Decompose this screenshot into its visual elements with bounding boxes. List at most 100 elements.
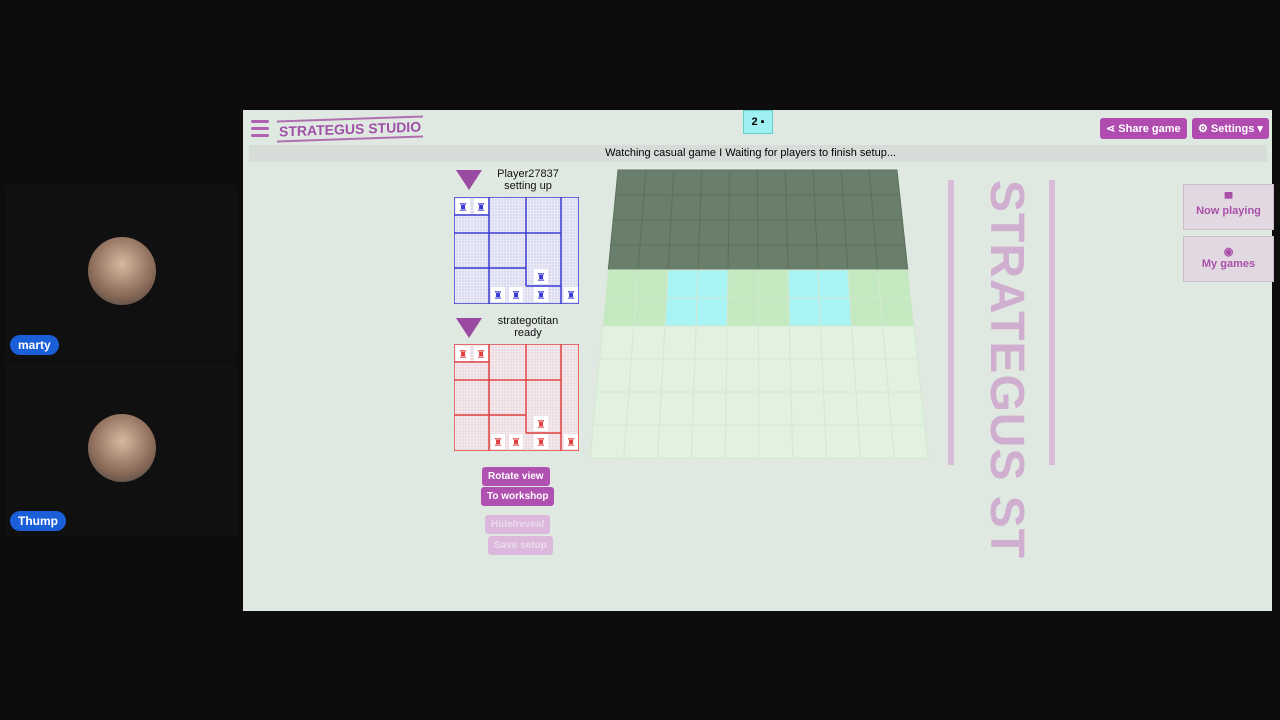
board-cell[interactable] [887,391,926,426]
board-cell[interactable] [694,325,728,360]
board-cell[interactable] [840,169,872,196]
board-cell[interactable] [697,244,729,271]
lake-cell[interactable] [788,297,822,327]
board-cell[interactable] [786,219,818,246]
board-cell[interactable] [877,269,912,299]
board-cell[interactable] [660,358,696,393]
board-cell[interactable] [595,358,632,393]
board-cell[interactable] [857,424,895,459]
board-cell[interactable] [819,325,855,360]
board-cell[interactable] [602,297,637,327]
board-cell[interactable] [630,325,666,360]
board-cell[interactable] [727,244,759,271]
game-board[interactable] [243,110,1272,611]
board-cell[interactable] [725,358,760,393]
board-cell[interactable] [875,244,909,271]
board-cell[interactable] [757,358,792,393]
board-cell[interactable] [658,391,695,426]
board-cell[interactable] [726,325,759,360]
board-cell[interactable] [700,169,731,196]
board-cell[interactable] [784,169,815,196]
lake-cell[interactable] [664,297,698,327]
lake-cell[interactable] [818,297,853,327]
lake-cell[interactable] [666,269,699,299]
board-cell[interactable] [690,424,727,459]
board-cell[interactable] [872,219,906,246]
board-cell[interactable] [812,169,844,196]
board-cell[interactable] [790,391,826,426]
board-cell[interactable] [641,194,673,221]
board-cell[interactable] [821,358,857,393]
board-cell[interactable] [813,194,846,221]
board-cell[interactable] [662,325,697,360]
board-cell[interactable] [879,297,915,327]
lake-cell[interactable] [817,269,851,299]
board-cell[interactable] [868,169,901,196]
board-cell[interactable] [847,269,881,299]
board-cell[interactable] [625,391,662,426]
board-cell[interactable] [785,194,817,221]
board-cell[interactable] [599,325,635,360]
board-cell[interactable] [693,358,728,393]
board-cell[interactable] [823,391,859,426]
board-cell[interactable] [757,194,788,221]
board-cell[interactable] [692,391,727,426]
board-cell[interactable] [637,244,671,271]
board-cell[interactable] [628,358,664,393]
board-cell[interactable] [623,424,660,459]
board-cell[interactable] [815,219,847,246]
board-cell[interactable] [727,269,759,299]
board-cell[interactable] [786,244,819,271]
board-cell[interactable] [589,424,627,459]
board-cell[interactable] [882,325,918,360]
board-cell[interactable] [727,219,759,246]
board-cell[interactable] [607,244,641,271]
board-cell[interactable] [615,169,647,196]
board-cell[interactable] [791,424,828,459]
board-cell[interactable] [855,391,892,426]
board-cell[interactable] [633,297,668,327]
board-cell[interactable] [724,424,760,459]
board-cell[interactable] [699,194,730,221]
board-cell[interactable] [670,194,702,221]
board-cell[interactable] [849,297,884,327]
board-cell[interactable] [757,269,790,299]
board-cell[interactable] [757,219,788,246]
board-cell[interactable] [605,269,639,299]
board-cell[interactable] [667,244,700,271]
board-cell[interactable] [757,244,789,271]
board-cell[interactable] [842,194,875,221]
board-cell[interactable] [635,269,669,299]
board-cell[interactable] [890,424,929,459]
board-cell[interactable] [671,169,703,196]
board-cell[interactable] [592,391,630,426]
board-cell[interactable] [824,424,861,459]
board-cell[interactable] [657,424,694,459]
board-cell[interactable] [758,424,794,459]
board-cell[interactable] [639,219,672,246]
board-cell[interactable] [853,358,889,393]
board-cell[interactable] [757,297,790,327]
lake-cell[interactable] [696,269,729,299]
board-cell[interactable] [728,194,759,221]
board-cell[interactable] [845,244,879,271]
board-cell[interactable] [843,219,877,246]
board-cell[interactable] [789,358,825,393]
board-cell[interactable] [756,169,787,196]
board-cell[interactable] [643,169,675,196]
lake-cell[interactable] [695,297,729,327]
board-cell[interactable] [610,219,643,246]
board-cell[interactable] [757,325,791,360]
board-cell[interactable] [870,194,903,221]
board-cell[interactable] [816,244,849,271]
board-cell[interactable] [725,391,760,426]
lake-cell[interactable] [787,269,820,299]
board-cell[interactable] [788,325,823,360]
board-cell[interactable] [698,219,730,246]
board-cell[interactable] [728,169,759,196]
board-cell[interactable] [726,297,759,327]
board-cell[interactable] [612,194,645,221]
board-cell[interactable] [885,358,922,393]
board-cell[interactable] [669,219,701,246]
board-cell[interactable] [758,391,793,426]
